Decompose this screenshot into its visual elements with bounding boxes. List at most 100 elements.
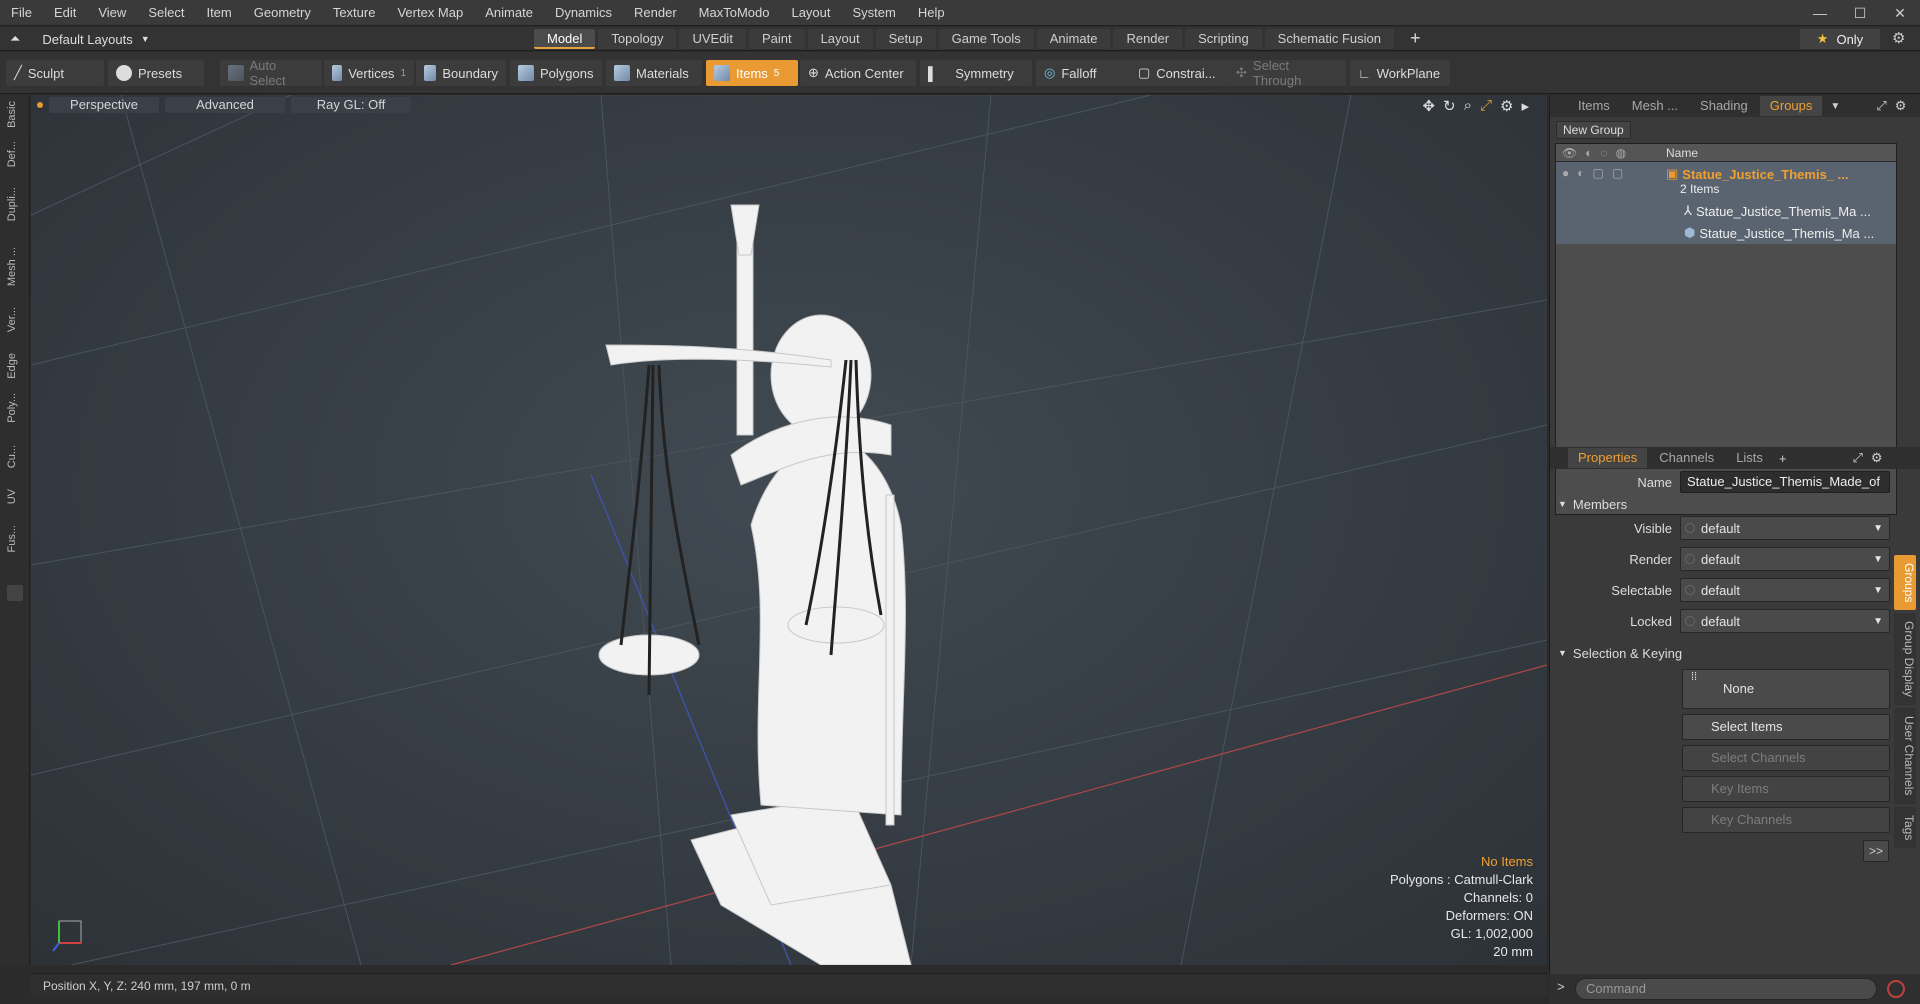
more-button[interactable]: >> — [1863, 840, 1889, 862]
select-icon[interactable]: ▢ — [1612, 166, 1623, 180]
menu-render[interactable]: Render — [623, 0, 688, 26]
minimize-icon[interactable]: — — [1800, 0, 1840, 26]
left-tab-basic[interactable]: Basic — [6, 101, 24, 128]
tab-shading[interactable]: Shading — [1690, 96, 1758, 116]
view-mode-button[interactable]: Perspective — [49, 97, 159, 113]
add-tab-icon[interactable]: + — [1779, 451, 1787, 466]
workplane-button[interactable]: ∟ WorkPlane — [1350, 60, 1450, 86]
render-icon[interactable]: ◐ — [1585, 146, 1592, 160]
menu-layout[interactable]: Layout — [780, 0, 841, 26]
name-column[interactable]: Name — [1666, 146, 1698, 160]
tab-scripting[interactable]: Scripting — [1185, 29, 1262, 49]
tab-properties[interactable]: Properties — [1568, 448, 1648, 468]
polygons-button[interactable]: Polygons — [510, 60, 602, 86]
menu-texture[interactable]: Texture — [322, 0, 387, 26]
tab-groups[interactable]: Groups — [1759, 96, 1823, 116]
props-gear-icon[interactable]: ⚙ — [1871, 450, 1883, 466]
auto-select-button[interactable]: Auto Select — [220, 58, 322, 88]
menu-dynamics[interactable]: Dynamics — [544, 0, 623, 26]
eye-icon[interactable]: ● — [1562, 166, 1569, 180]
key-channels-button[interactable]: Key Channels — [1682, 807, 1890, 833]
action-center-button[interactable]: ⊕ Action Center — [800, 60, 916, 86]
tab-render[interactable]: Render — [1113, 29, 1183, 49]
boundary-button[interactable]: Boundary — [416, 60, 506, 86]
visible-dropdown[interactable]: default ▼ — [1680, 516, 1890, 540]
viewport-gear-icon[interactable]: ⚙ — [1500, 97, 1513, 115]
sculpt-button[interactable]: ╱ Sculpt — [6, 60, 104, 86]
left-tab-mesh[interactable]: Mesh ... — [6, 247, 24, 286]
tab-topology[interactable]: Topology — [598, 29, 677, 49]
lock-icon[interactable]: ▢ — [1593, 166, 1604, 180]
tab-paint[interactable]: Paint — [748, 29, 805, 49]
record-icon[interactable] — [1887, 980, 1905, 998]
select-channels-button[interactable]: Select Channels — [1682, 745, 1890, 771]
left-tab-duplicate[interactable]: Dupli... — [6, 187, 24, 221]
new-group-button[interactable]: New Group — [1556, 121, 1631, 139]
select-through-button[interactable]: ✣ Select Through — [1228, 58, 1346, 88]
only-toggle[interactable]: ★ Only — [1800, 29, 1880, 49]
left-tab-uv[interactable]: UV — [6, 489, 24, 504]
presets-button[interactable]: Presets — [108, 60, 204, 86]
gear-icon[interactable]: ⚙ — [1892, 29, 1905, 47]
menu-system[interactable]: System — [842, 0, 907, 26]
menu-animate[interactable]: Animate — [474, 0, 544, 26]
constraints-button[interactable]: ▢ Constrai... — [1130, 60, 1228, 86]
menu-select[interactable]: Select — [137, 0, 195, 26]
tab-setup[interactable]: Setup — [875, 29, 936, 49]
menu-maxtomodo[interactable]: MaxToModo — [688, 0, 781, 26]
key-items-button[interactable]: Key Items — [1682, 776, 1890, 802]
side-tab-tags[interactable]: Tags — [1894, 806, 1916, 849]
menu-file[interactable]: File — [0, 0, 43, 26]
eye-icon[interactable]: 👁 — [1562, 146, 1577, 160]
materials-button[interactable]: Materials — [606, 60, 702, 86]
vertices-button[interactable]: Vertices 1 — [324, 60, 414, 86]
strip-toggle-button[interactable] — [7, 585, 23, 601]
layouts-dropdown[interactable]: ⏶ Default Layouts ▼ — [10, 29, 150, 49]
render-icon[interactable]: ◐ — [1577, 166, 1584, 180]
side-tab-groups[interactable]: Groups — [1894, 555, 1916, 611]
tab-schematic-fusion[interactable]: Schematic Fusion — [1264, 29, 1394, 49]
props-expand-icon[interactable]: ⤢ — [1853, 450, 1863, 466]
menu-vertex-map[interactable]: Vertex Map — [386, 0, 474, 26]
tab-lists[interactable]: Lists — [1726, 448, 1773, 468]
move-view-icon[interactable]: ✥ — [1422, 97, 1435, 115]
panel-menu-icon[interactable]: ▼ — [1830, 101, 1840, 112]
command-input[interactable]: Command — [1575, 978, 1877, 1000]
items-button[interactable]: Items 5 — [706, 60, 798, 86]
fit-view-icon[interactable]: ⤢ — [1480, 97, 1492, 115]
tab-uvedit[interactable]: UVEdit — [679, 29, 746, 49]
menu-view[interactable]: View — [87, 0, 137, 26]
selection-keying-section[interactable]: ▼ Selection & Keying — [1558, 644, 1890, 662]
selectable-dropdown[interactable]: default ▼ — [1680, 578, 1890, 602]
left-tab-deform[interactable]: Def... — [6, 141, 24, 167]
group-child-row[interactable]: ⬢ Statue_Justice_Themis_Ma ... — [1556, 222, 1896, 244]
symmetry-button[interactable]: ▌ Symmetry — [920, 60, 1032, 86]
viewport-expand-icon[interactable]: ▸ — [1521, 97, 1529, 115]
select-icon[interactable]: ◍ — [1616, 146, 1626, 160]
menu-edit[interactable]: Edit — [43, 0, 87, 26]
name-field[interactable]: Statue_Justice_Themis_Made_of — [1680, 471, 1890, 493]
members-section[interactable]: ▼ Members — [1558, 495, 1890, 513]
group-child-row[interactable]: ⅄ Statue_Justice_Themis_Ma ... — [1556, 200, 1896, 222]
tab-animate[interactable]: Animate — [1036, 29, 1111, 49]
locked-dropdown[interactable]: default ▼ — [1680, 609, 1890, 633]
menu-help[interactable]: Help — [907, 0, 956, 26]
panel-gear-icon[interactable]: ⚙ — [1895, 98, 1907, 114]
falloff-button[interactable]: ◎ Falloff — [1036, 60, 1134, 86]
tab-layout[interactable]: Layout — [807, 29, 873, 49]
render-dropdown[interactable]: default ▼ — [1680, 547, 1890, 571]
left-tab-edge[interactable]: Edge — [6, 353, 24, 379]
menu-geometry[interactable]: Geometry — [243, 0, 322, 26]
left-tab-fusion[interactable]: Fus... — [6, 525, 24, 553]
maximize-icon[interactable]: ☐ — [1840, 0, 1880, 26]
lock-icon[interactable]: ◌ — [1600, 146, 1607, 160]
zoom-view-icon[interactable]: ⌕ — [1464, 97, 1472, 115]
side-tab-group-display[interactable]: Group Display — [1894, 613, 1916, 706]
left-tab-curve[interactable]: Cu... — [6, 445, 24, 468]
shading-mode-button[interactable]: Advanced — [165, 97, 285, 113]
close-icon[interactable]: ✕ — [1880, 0, 1920, 26]
left-tab-polygon[interactable]: Poly... — [6, 393, 24, 423]
tab-game-tools[interactable]: Game Tools — [938, 29, 1034, 49]
tab-model[interactable]: Model — [534, 29, 596, 49]
group-row[interactable]: ● ◐ ▢ ▢ ▣ Statue_Justice_Themis_ ... 2 I… — [1556, 162, 1896, 200]
